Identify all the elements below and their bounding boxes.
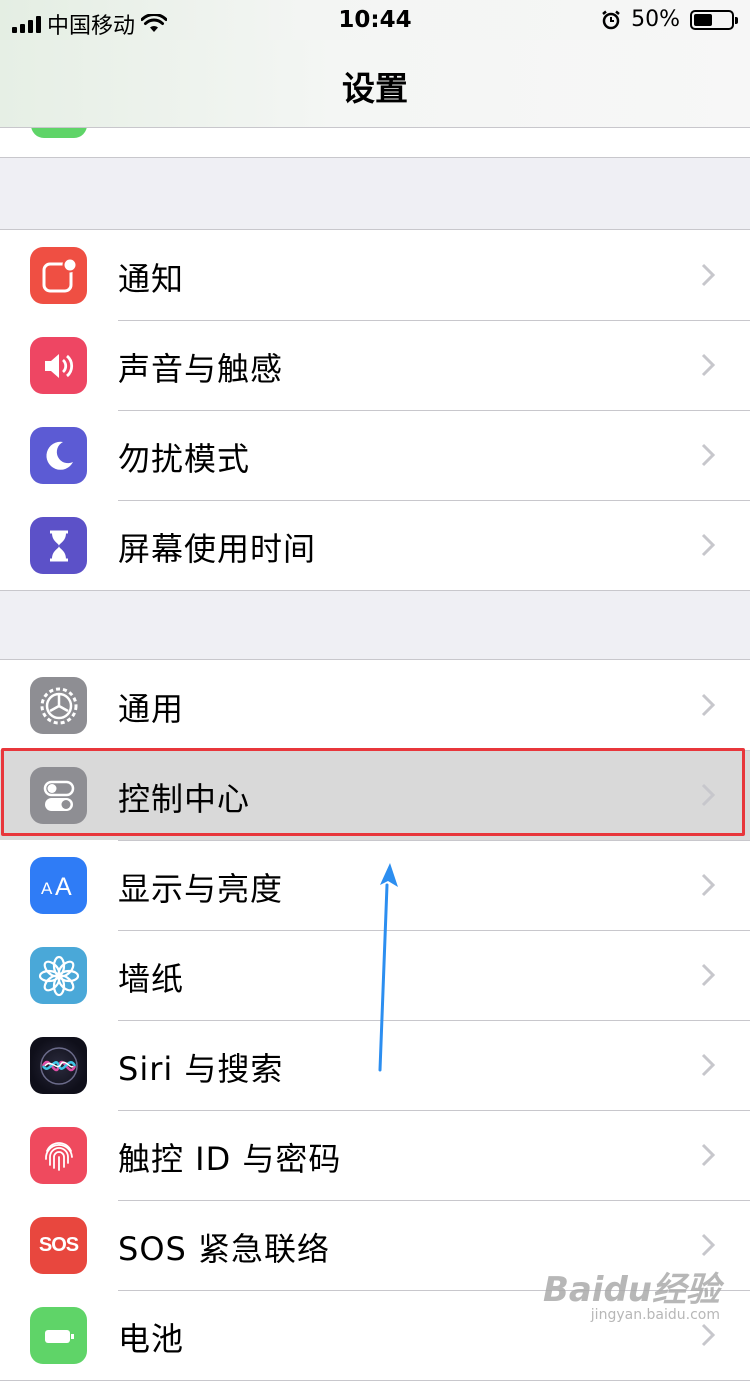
battery-icon xyxy=(690,9,738,30)
sos-icon: SOS xyxy=(30,1217,87,1274)
chevron-right-icon xyxy=(701,1323,716,1347)
row-label: 墙纸 xyxy=(118,960,185,998)
row-label: 勿扰模式 xyxy=(118,440,251,478)
chevron-right-icon xyxy=(701,353,716,377)
scrolled-row-peek xyxy=(0,128,750,158)
battery-green-icon xyxy=(30,1307,87,1364)
page-title: 设置 xyxy=(342,69,408,108)
chevron-right-icon xyxy=(701,443,716,467)
settings-row-touch-id[interactable]: 触控 ID 与密码 xyxy=(0,1110,750,1200)
alarm-icon xyxy=(602,10,620,29)
chevron-right-icon xyxy=(701,1053,716,1077)
row-label: Siri 与搜索 xyxy=(118,1050,284,1088)
watermark-brand: Baidu经验 xyxy=(542,1270,720,1310)
text-size-icon: AA xyxy=(30,857,87,914)
svg-text:A: A xyxy=(55,873,72,901)
chevron-right-icon xyxy=(701,783,716,807)
siri-icon xyxy=(30,1037,87,1094)
svg-text:A: A xyxy=(41,879,53,898)
chevron-right-icon xyxy=(701,693,716,717)
watermark: Baidu经验 jingyan.baidu.com xyxy=(543,1262,720,1323)
app-icon xyxy=(31,128,87,138)
row-label: 触控 ID 与密码 xyxy=(118,1140,342,1178)
settings-row-do-not-disturb[interactable]: 勿扰模式 xyxy=(0,410,750,500)
row-label: 声音与触感 xyxy=(118,350,284,388)
chevron-right-icon xyxy=(701,873,716,897)
speaker-icon xyxy=(30,337,87,394)
row-label: 显示与亮度 xyxy=(118,870,284,908)
chevron-right-icon xyxy=(701,533,716,557)
hourglass-icon xyxy=(30,517,87,574)
row-label: 屏幕使用时间 xyxy=(118,530,317,568)
row-label: SOS 紧急联络 xyxy=(118,1230,330,1268)
chevron-right-icon xyxy=(701,1233,716,1257)
battery-percent: 50% xyxy=(631,7,680,32)
row-label: 通知 xyxy=(118,260,185,298)
navigation-bar: 设置 xyxy=(0,40,750,128)
annotation-arrow-icon xyxy=(378,863,398,1072)
toggles-icon xyxy=(30,767,87,824)
settings-row-general[interactable]: 通用 xyxy=(0,660,750,750)
settings-row-screen-time[interactable]: 屏幕使用时间 xyxy=(0,500,750,590)
chevron-right-icon xyxy=(701,963,716,987)
chevron-right-icon xyxy=(701,1143,716,1167)
moon-icon xyxy=(30,427,87,484)
chevron-right-icon xyxy=(701,263,716,287)
gear-icon xyxy=(30,677,87,734)
settings-row-control-center[interactable]: 控制中心 xyxy=(0,750,750,840)
sos-icon-text: SOS xyxy=(38,1234,79,1256)
settings-row-notifications[interactable]: 通知 xyxy=(0,230,750,320)
fingerprint-icon xyxy=(30,1127,87,1184)
flower-icon xyxy=(30,947,87,1004)
row-label: 控制中心 xyxy=(118,780,251,818)
row-label: 通用 xyxy=(118,690,185,728)
status-bar: 中国移动 10:44 50% xyxy=(0,0,750,40)
notification-icon xyxy=(30,247,87,304)
settings-group-1: 通知 声音与触感 勿扰模式 屏幕使用时间 xyxy=(0,229,750,591)
settings-row-sounds[interactable]: 声音与触感 xyxy=(0,320,750,410)
row-label: 电池 xyxy=(118,1320,185,1358)
